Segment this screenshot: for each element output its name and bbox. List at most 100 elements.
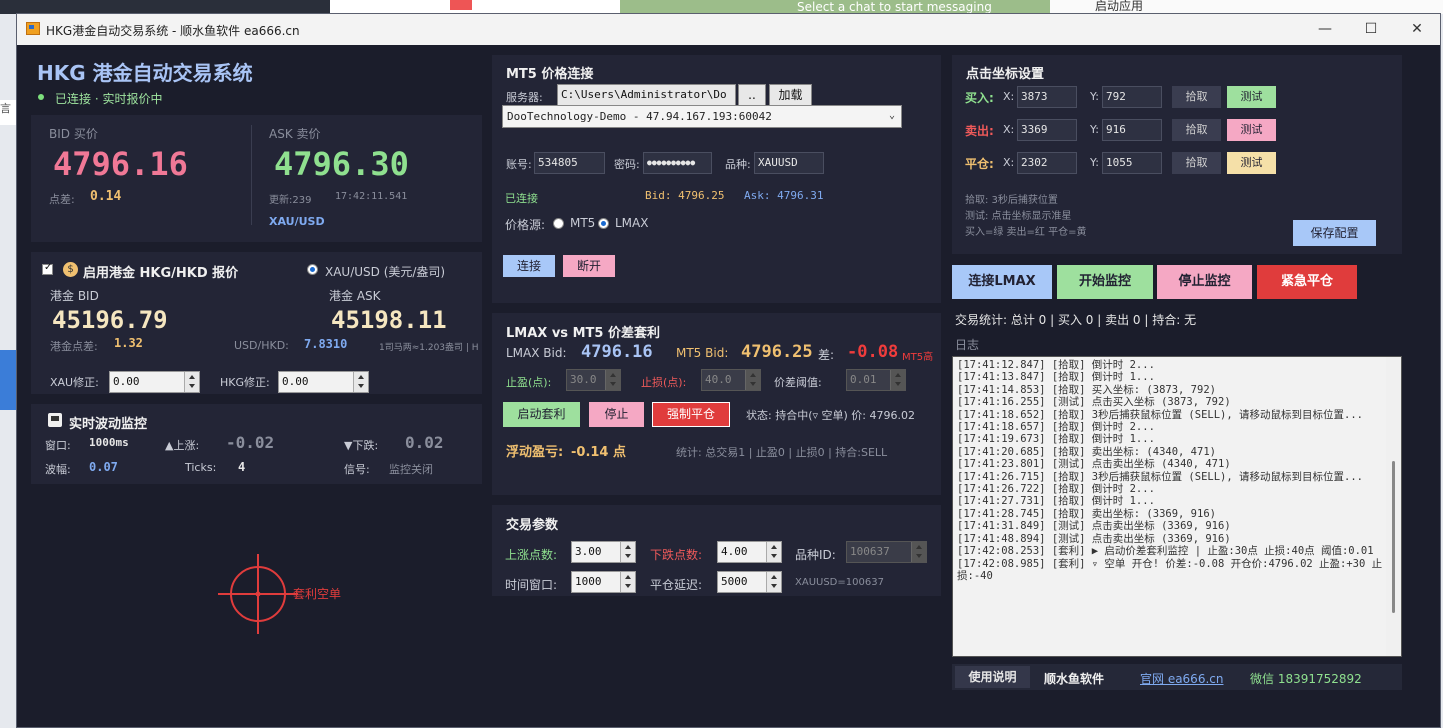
up-points-input[interactable]: 3.00 bbox=[571, 541, 636, 563]
mt5-connected: 已连接 bbox=[505, 192, 538, 205]
start-monitor-button[interactable]: 开始监控 bbox=[1057, 265, 1153, 299]
buy-x-input[interactable]: 3873 bbox=[1017, 86, 1077, 108]
hkg-fix-input[interactable]: 0.00 bbox=[278, 371, 369, 393]
log-lines: [17:41:12.847] [拾取] 倒计时 2... [17:41:13.84… bbox=[957, 359, 1383, 582]
log-scrollbar[interactable] bbox=[1386, 357, 1401, 656]
terminal-path-input[interactable]: C:\Users\Administrator\Do bbox=[557, 84, 736, 106]
log-line: [17:41:23.801] [测试] 点击卖出坐标 (4340, 471) bbox=[957, 458, 1231, 471]
close-x-input[interactable]: 2302 bbox=[1017, 152, 1077, 174]
server-select-value: DooTechnology-Demo - 47.94.167.193:60042 bbox=[507, 110, 772, 123]
close-delay-input[interactable]: 5000 bbox=[717, 571, 782, 593]
arb-state: 状态: 持合中(▿ 空单) 价: 4796.02 bbox=[746, 409, 915, 422]
account-input[interactable]: 534805 bbox=[534, 152, 605, 174]
stop-monitor-button[interactable]: 停止监控 bbox=[1157, 265, 1252, 299]
sell-coord-label: 卖出: bbox=[965, 124, 994, 138]
params-title: 交易参数 bbox=[506, 518, 559, 533]
coords-help-1: 拾取: 3秒后捕获位置 bbox=[965, 195, 1058, 206]
footer-bar: 使用说明 顺水鱼软件 官网 ea666.cn 微信 18391752892 bbox=[952, 664, 1402, 690]
diff-value: -0.08 bbox=[847, 342, 899, 362]
buy-y-input[interactable]: 792 bbox=[1102, 86, 1162, 108]
buy-pick-button[interactable]: 拾取 bbox=[1172, 86, 1221, 108]
symbol-id-value: 100637 bbox=[850, 545, 890, 558]
log-line: [17:41:20.685] [拾取] 卖出坐标: (4340, 471) bbox=[957, 445, 1216, 458]
log-line: [17:41:28.745] [拾取] 卖出坐标: (3369, 916) bbox=[957, 507, 1216, 520]
start-arb-button[interactable]: 启动套利 bbox=[503, 402, 580, 427]
sell-pick-button[interactable]: 拾取 bbox=[1172, 119, 1221, 141]
pnl-value: -0.14 点 bbox=[571, 445, 626, 460]
chat-hint: Select a chat to start messaging bbox=[797, 0, 992, 14]
hkg-enable-checkbox[interactable]: ✓ bbox=[42, 262, 53, 275]
symbol-id-input[interactable]: 100637 bbox=[846, 541, 927, 563]
sl-value: 40.0 bbox=[705, 373, 732, 386]
hkg-bid-label: 港金 BID bbox=[50, 289, 99, 303]
coords-title: 点击坐标设置 bbox=[966, 67, 1045, 82]
log-line: [17:41:26.722] [拾取] 倒计时 2... bbox=[957, 483, 1155, 496]
lmax-bid: 4796.16 bbox=[581, 342, 653, 362]
minimize-button[interactable]: — bbox=[1302, 14, 1348, 45]
close-coord-label: 平仓: bbox=[965, 157, 994, 171]
monitor-signal: 监控关闭 bbox=[389, 463, 433, 476]
xau-fix-input[interactable]: 0.00 bbox=[109, 371, 200, 393]
sell-y-input[interactable]: 916 bbox=[1102, 119, 1162, 141]
lmax-bid-label: LMAX Bid: bbox=[506, 346, 567, 360]
tael-note: 1司马两≈1.203盎司 | H bbox=[379, 343, 479, 353]
hkg-panel: ✓ $ 启用港金 HKG/HKD 报价 XAU/USD (美元/盎司) 港金 B… bbox=[31, 252, 482, 394]
monitor-window: 1000ms bbox=[89, 436, 129, 449]
browse-button[interactable]: .. bbox=[738, 84, 766, 106]
src-mt5-radio[interactable] bbox=[553, 218, 564, 229]
coords-help-3: 买入=绿 卖出=红 平仓=黄 bbox=[965, 227, 1087, 238]
website-link[interactable]: 官网 ea666.cn bbox=[1140, 670, 1223, 687]
down-points-label: 下跌点数: bbox=[650, 548, 703, 562]
help-button[interactable]: 使用说明 bbox=[955, 666, 1030, 688]
monitor-icon bbox=[48, 413, 62, 427]
ask-price: 4796.30 bbox=[274, 145, 409, 183]
hkg-spread-label: 港金点差: bbox=[50, 340, 98, 353]
down-points-input[interactable]: 4.00 bbox=[717, 541, 782, 563]
buy-test-button[interactable]: 测试 bbox=[1227, 86, 1276, 108]
password-input[interactable]: ●●●●●●●●●● bbox=[643, 152, 712, 174]
log-line: [17:42:08.985] [套利] ▿ 空单 开仓! 价差:-0.08 开仓… bbox=[957, 557, 1383, 582]
stop-arb-button[interactable]: 停止 bbox=[589, 402, 644, 427]
monitor-up-label: ▲上涨: bbox=[165, 439, 200, 452]
close-pick-button[interactable]: 拾取 bbox=[1172, 152, 1221, 174]
hkg-bid-price: 45196.79 bbox=[52, 306, 168, 334]
status-dot bbox=[38, 94, 44, 100]
xau-usd-radio[interactable] bbox=[307, 264, 318, 275]
connect-lmax-button[interactable]: 连接LMAX bbox=[952, 265, 1052, 299]
connect-button[interactable]: 连接 bbox=[503, 255, 555, 277]
monitor-amp: 0.07 bbox=[89, 460, 118, 474]
hkg-ask-label: 港金 ASK bbox=[329, 289, 381, 303]
tp-input[interactable]: 30.0 bbox=[566, 369, 621, 391]
sl-input[interactable]: 40.0 bbox=[701, 369, 761, 391]
hkg-fix-label: HKG修正: bbox=[220, 376, 270, 389]
time-window-input[interactable]: 1000 bbox=[571, 571, 636, 593]
close-y-input[interactable]: 1055 bbox=[1102, 152, 1162, 174]
emergency-close-button[interactable]: 紧急平仓 bbox=[1257, 265, 1357, 299]
sell-x-input[interactable]: 3369 bbox=[1017, 119, 1077, 141]
diff-extra: MT5高 bbox=[902, 352, 934, 363]
close-delay-value: 5000 bbox=[721, 575, 748, 588]
server-select[interactable]: DooTechnology-Demo - 47.94.167.193:60042… bbox=[502, 105, 902, 128]
threshold-input[interactable]: 0.01 bbox=[846, 369, 906, 391]
log-line: [17:41:19.673] [拾取] 倒计时 1... bbox=[957, 433, 1155, 446]
disconnect-button[interactable]: 断开 bbox=[563, 255, 615, 277]
sell-test-button[interactable]: 测试 bbox=[1227, 119, 1276, 141]
tp-value: 30.0 bbox=[570, 373, 597, 386]
load-button[interactable]: 加载 bbox=[769, 84, 812, 106]
symbol-input[interactable]: XAUUSD bbox=[754, 152, 824, 174]
src-lmax-radio[interactable] bbox=[598, 218, 609, 229]
force-close-button[interactable]: 强制平仓 bbox=[652, 402, 730, 427]
close-button[interactable]: ✕ bbox=[1394, 14, 1440, 45]
title-bar[interactable]: HKG港金自动交易系统 - 顺水鱼软件 ea666.cn — ☐ ✕ bbox=[17, 14, 1440, 45]
symbol-id-label: 品种ID: bbox=[795, 548, 836, 562]
update-count: 更新:239 bbox=[269, 195, 312, 206]
save-config-button[interactable]: 保存配置 bbox=[1293, 220, 1376, 246]
log-line: [17:41:26.715] [拾取] 3秒后捕获鼠标位置 (SELL), 请移… bbox=[957, 470, 1363, 483]
ask-label: ASK 卖价 bbox=[269, 127, 321, 141]
maximize-button[interactable]: ☐ bbox=[1348, 14, 1394, 45]
time-window-value: 1000 bbox=[575, 575, 602, 588]
close-test-button[interactable]: 测试 bbox=[1227, 152, 1276, 174]
arb-title: LMAX vs MT5 价差套利 bbox=[506, 326, 660, 341]
log-area[interactable]: [17:41:12.847] [拾取] 倒计时 2... [17:41:13.84… bbox=[952, 356, 1402, 657]
coords-help-2: 测试: 点击坐标显示准星 bbox=[965, 211, 1072, 222]
